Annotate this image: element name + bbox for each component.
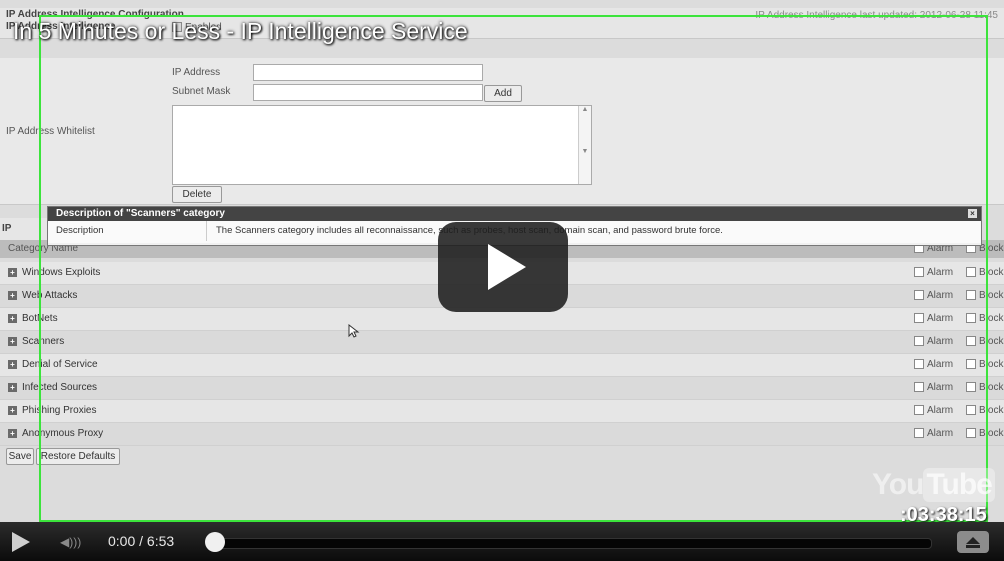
- mouse-cursor-icon: [348, 324, 360, 338]
- expand-icon[interactable]: +: [8, 314, 17, 323]
- play-button[interactable]: [438, 222, 568, 312]
- block-checkbox[interactable]: Block: [966, 308, 1003, 330]
- checkbox-icon: [914, 290, 924, 301]
- player-controls: ◀))) 0:00 / 6:53: [0, 522, 1004, 561]
- alarm-checkbox[interactable]: Alarm: [914, 262, 953, 284]
- checkbox-icon: [966, 290, 976, 301]
- expand-icon[interactable]: +: [8, 291, 17, 300]
- alarm-checkbox[interactable]: Alarm: [914, 331, 953, 353]
- time-display: 0:00 / 6:53: [108, 533, 175, 549]
- alarm-checkbox[interactable]: Alarm: [914, 354, 953, 376]
- checkbox-icon: [914, 428, 924, 439]
- popup-title: Description of "Scanners" category: [56, 208, 225, 219]
- expand-icon[interactable]: +: [8, 268, 17, 277]
- block-checkbox[interactable]: Block: [966, 400, 1003, 422]
- category-name: Scanners: [22, 336, 65, 347]
- alarm-checkbox[interactable]: Alarm: [914, 423, 953, 445]
- checkbox-icon: [914, 382, 924, 393]
- alarm-checkbox[interactable]: Alarm: [914, 400, 953, 422]
- category-name: Web Attacks: [22, 290, 78, 301]
- video-title: In 5 Minutes or Less - IP Intelligence S…: [13, 18, 468, 44]
- category-name: Windows Exploits: [22, 267, 101, 278]
- table-row: + Denial of Service Alarm Block: [0, 354, 1004, 377]
- popup-key: Description: [56, 221, 207, 241]
- ip-address-table-title: IP Address: [0, 218, 50, 256]
- popup-header: Description of "Scanners" category ×: [48, 207, 981, 221]
- checkbox-icon: [966, 382, 976, 393]
- table-row: + Scanners Alarm Block: [0, 331, 1004, 354]
- checkbox-icon: [966, 359, 976, 370]
- table-row: + Infected Sources Alarm Block: [0, 377, 1004, 400]
- timestamp-overlay: :03:38:15: [900, 504, 987, 522]
- expand-icon[interactable]: +: [8, 406, 17, 415]
- expand-icon[interactable]: +: [8, 383, 17, 392]
- checkbox-icon: [966, 428, 976, 439]
- play-icon[interactable]: [12, 532, 30, 552]
- delete-button[interactable]: Delete: [172, 186, 222, 203]
- subnet-mask-input[interactable]: [253, 84, 483, 101]
- category-name: Phishing Proxies: [22, 405, 97, 416]
- whitelist-section: IP Address Whitelist IP Address Subnet M…: [0, 58, 1004, 205]
- category-name: Infected Sources: [22, 382, 98, 393]
- close-icon[interactable]: ×: [968, 209, 977, 218]
- alarm-checkbox[interactable]: Alarm: [914, 285, 953, 307]
- add-button[interactable]: Add: [484, 85, 522, 102]
- block-checkbox[interactable]: Block: [966, 331, 1003, 353]
- alarm-checkbox[interactable]: Alarm: [914, 308, 953, 330]
- expand-icon[interactable]: +: [8, 429, 17, 438]
- category-name: BotNets: [22, 313, 58, 324]
- block-checkbox[interactable]: Block: [966, 423, 1003, 445]
- checkbox-icon: [966, 313, 976, 324]
- category-name: Denial of Service: [22, 359, 98, 370]
- block-checkbox[interactable]: Block: [966, 285, 1003, 307]
- ip-address-label: IP Address: [172, 67, 221, 78]
- checkbox-icon: [966, 267, 976, 278]
- whitelist-label: IP Address Whitelist: [6, 126, 95, 137]
- block-checkbox[interactable]: Block: [966, 354, 1003, 376]
- fullscreen-icon[interactable]: [957, 531, 989, 553]
- table-row: + Anonymous Proxy Alarm Block: [0, 423, 1004, 446]
- progress-knob[interactable]: [205, 532, 225, 552]
- block-checkbox[interactable]: Block: [966, 377, 1003, 399]
- whitelist-textarea[interactable]: ▲ ▼: [172, 105, 592, 185]
- volume-icon[interactable]: ◀))): [60, 535, 86, 549]
- subnet-mask-label: Subnet Mask: [172, 86, 231, 97]
- video-frame[interactable]: IP Address Intelligence Configuration IP…: [0, 0, 1004, 522]
- checkbox-icon: [966, 336, 976, 347]
- textarea-scrollbar[interactable]: ▲ ▼: [578, 106, 591, 184]
- last-updated-text: IP Address Intelligence last updated: 20…: [755, 10, 998, 21]
- ip-address-input[interactable]: [253, 64, 483, 81]
- progress-bar[interactable]: [212, 538, 932, 549]
- table-row: + Phishing Proxies Alarm Block: [0, 400, 1004, 423]
- expand-icon[interactable]: +: [8, 360, 17, 369]
- category-name: Anonymous Proxy: [22, 428, 104, 439]
- block-checkbox[interactable]: Block: [966, 262, 1003, 284]
- checkbox-icon: [914, 313, 924, 324]
- expand-icon[interactable]: +: [8, 337, 17, 346]
- checkbox-icon: [914, 359, 924, 370]
- play-icon: [488, 244, 526, 290]
- alarm-checkbox[interactable]: Alarm: [914, 377, 953, 399]
- checkbox-icon: [914, 405, 924, 416]
- youtube-watermark-icon: You Tube: [872, 468, 995, 502]
- checkbox-icon: [914, 336, 924, 347]
- save-button[interactable]: Save: [6, 448, 34, 465]
- checkbox-icon: [914, 267, 924, 278]
- restore-defaults-button[interactable]: Restore Defaults: [36, 448, 120, 465]
- checkbox-icon: [966, 405, 976, 416]
